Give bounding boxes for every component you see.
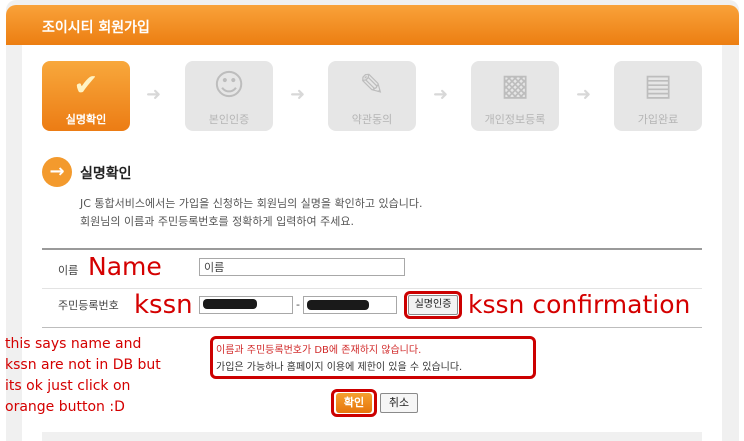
- ssn-label: 주민등록번호: [58, 299, 119, 312]
- checklist-icon: ✔: [73, 68, 99, 103]
- arrow-right-icon: ➜: [290, 84, 306, 105]
- ssn-second-input[interactable]: [303, 296, 397, 314]
- step-label: 본인인증: [208, 113, 250, 126]
- annotation-note-2: kssn are not in DB but: [5, 357, 161, 373]
- annotation-note-1: this says name and: [5, 336, 142, 352]
- person-question-icon: ☺: [213, 68, 245, 103]
- step-4: ▩ 개인정보등록: [471, 61, 559, 131]
- arrow-right-icon: ➜: [433, 84, 449, 105]
- annotation-kssn-confirmation: kssn confirmation: [468, 290, 691, 319]
- section-description-2: 회원님의 이름과 주민등록번호를 정확하게 입력하여 주세요.: [80, 215, 354, 228]
- name-input[interactable]: [199, 258, 405, 276]
- error-message-line1: 이름과 주민등록번호가 DB에 존재하지 않습니다.: [216, 345, 422, 356]
- documents-icon: ▤: [643, 68, 673, 103]
- masked-redaction: [307, 300, 369, 310]
- annotation-note-4: orange button :D: [5, 399, 125, 415]
- section-title: 실명확인: [80, 166, 132, 182]
- highlight-circle: [331, 389, 377, 417]
- step-3: ✎ 약관동의: [328, 61, 416, 131]
- step-label: 약관동의: [351, 113, 393, 126]
- annotation-name: Name: [88, 252, 162, 281]
- step-5: ▤ 가입완료: [614, 61, 702, 131]
- page-title: 조이시티 회원가입: [42, 20, 150, 36]
- annotation-kssn: kssn: [134, 290, 193, 320]
- step-label: 개인정보등록: [484, 113, 546, 126]
- error-message-line2: 가입은 가능하나 홈페이지 이용에 제한이 있을 수 있습니다.: [216, 362, 463, 373]
- step-label: 실명확인: [65, 113, 107, 126]
- header-bar: 조이시티 회원가입: [6, 5, 739, 45]
- highlight-circle: [404, 291, 462, 319]
- step-2: ☺ 본인인증: [185, 61, 273, 131]
- arrow-circle-icon: →: [42, 157, 72, 187]
- section-description-1: JC 통합서비스에서는 가입을 신청하는 회원님의 실명을 확인하고 있습니다.: [80, 197, 423, 210]
- ssn-first-input[interactable]: [199, 296, 293, 314]
- arrow-right-icon: ➜: [576, 84, 592, 105]
- name-label: 이름: [58, 264, 79, 277]
- footer-bar: [42, 432, 702, 441]
- annotation-note-3: its ok just click on: [5, 378, 131, 394]
- step-label: 가입완료: [637, 113, 679, 126]
- cancel-button[interactable]: 취소: [380, 393, 418, 413]
- id-card-icon: ▩: [500, 68, 530, 103]
- masked-redaction: [203, 299, 257, 309]
- arrow-right-icon: ➜: [146, 84, 162, 105]
- step-1: ✔ 실명확인: [42, 61, 130, 131]
- ssn-separator: -: [296, 298, 300, 311]
- clipboard-icon: ✎: [359, 68, 385, 103]
